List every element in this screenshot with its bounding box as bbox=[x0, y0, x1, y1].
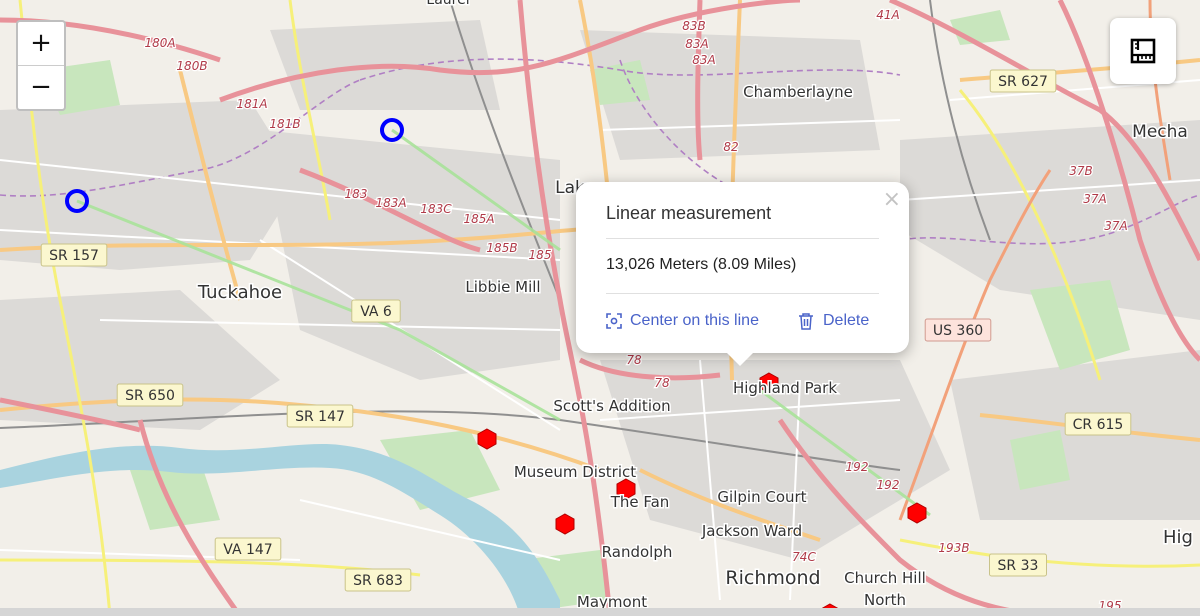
place-label: North bbox=[864, 591, 906, 609]
exit-label: 183C bbox=[420, 202, 452, 216]
exit-label: 192 bbox=[877, 478, 900, 492]
place-label: Laurel bbox=[426, 0, 469, 8]
route-shield: CR 615 bbox=[1064, 412, 1132, 436]
place-label: Church Hill bbox=[844, 569, 926, 587]
route-shield-label: VA 6 bbox=[360, 304, 392, 320]
route-shield: SR 683 bbox=[344, 568, 412, 592]
route-shield-label: VA 147 bbox=[223, 542, 272, 558]
exit-label: 181B bbox=[269, 117, 300, 131]
exit-label: 193B bbox=[938, 541, 969, 555]
exit-label: 82 bbox=[723, 140, 738, 154]
route-shield-label: SR 147 bbox=[295, 409, 345, 425]
center-target-icon bbox=[606, 313, 622, 329]
place-label: Randolph bbox=[602, 543, 673, 561]
measurement-popup: × Linear measurement 13,026 Meters (8.09… bbox=[576, 182, 909, 366]
delete-label: Delete bbox=[823, 312, 870, 329]
divider bbox=[606, 293, 879, 294]
exit-label: 180A bbox=[144, 36, 175, 50]
exit-label: 41A bbox=[876, 8, 899, 22]
exit-label: 185B bbox=[486, 241, 517, 255]
hexagon-marker[interactable] bbox=[555, 513, 575, 535]
bottom-scrollbar[interactable] bbox=[0, 608, 1200, 616]
ruler-icon bbox=[1130, 38, 1156, 64]
exit-label: 181A bbox=[236, 97, 267, 111]
popup-title: Linear measurement bbox=[606, 203, 772, 223]
exit-label: 185 bbox=[529, 248, 552, 262]
divider bbox=[606, 238, 879, 239]
exit-label: 83A bbox=[685, 37, 708, 51]
exit-label: 180B bbox=[176, 59, 207, 73]
route-shield-label: SR 683 bbox=[353, 573, 403, 589]
place-label: Libbie Mill bbox=[465, 278, 540, 296]
route-shield-label: SR 650 bbox=[125, 388, 175, 404]
measurement-value: 13,026 Meters (8.09 Miles) bbox=[606, 256, 797, 273]
place-label: Highland Park bbox=[733, 379, 837, 397]
exit-label: 78 bbox=[654, 376, 670, 390]
close-icon[interactable]: × bbox=[883, 187, 901, 212]
route-shield: US 360 bbox=[924, 318, 992, 342]
measure-tool-button[interactable] bbox=[1110, 18, 1176, 84]
place-label: The Fan bbox=[610, 493, 670, 511]
place-label: Museum District bbox=[514, 463, 636, 481]
exit-label: 192 bbox=[846, 460, 869, 474]
place-label: Chamberlayne bbox=[743, 83, 853, 101]
exit-label: 74C bbox=[792, 550, 816, 564]
route-shield: SR 33 bbox=[989, 553, 1047, 577]
exit-label: 83B bbox=[682, 19, 706, 33]
trash-icon bbox=[799, 313, 813, 330]
route-shield: SR 147 bbox=[286, 404, 354, 428]
route-shield: VA 147 bbox=[214, 537, 282, 561]
exit-label: 37A bbox=[1104, 219, 1127, 233]
exit-label: 185A bbox=[463, 212, 494, 226]
route-shield: SR 627 bbox=[989, 69, 1057, 93]
place-label: Richmond bbox=[725, 567, 820, 589]
zoom-in-button[interactable]: + bbox=[18, 22, 64, 65]
route-shield-label: SR 157 bbox=[49, 248, 99, 264]
hexagon-marker[interactable] bbox=[477, 428, 497, 450]
route-shield: SR 157 bbox=[40, 243, 108, 267]
route-shield-label: SR 627 bbox=[998, 74, 1048, 90]
zoom-out-button[interactable]: − bbox=[18, 65, 64, 109]
exit-label: 37B bbox=[1069, 164, 1093, 178]
exit-label: 183 bbox=[345, 187, 368, 201]
route-shield-label: SR 33 bbox=[998, 558, 1039, 574]
route-shield: VA 6 bbox=[351, 299, 401, 323]
place-label: Mecha bbox=[1132, 122, 1188, 142]
place-label: Gilpin Court bbox=[717, 488, 806, 506]
place-label: Jackson Ward bbox=[701, 522, 802, 540]
center-on-line-button[interactable]: Center on this line bbox=[606, 312, 759, 330]
exit-label: 37A bbox=[1083, 192, 1106, 206]
route-shield-label: CR 615 bbox=[1073, 417, 1124, 433]
delete-button[interactable]: Delete bbox=[797, 312, 869, 330]
place-label: Hig bbox=[1163, 527, 1193, 548]
place-label: Tuckahoe bbox=[197, 282, 282, 303]
center-on-line-label: Center on this line bbox=[630, 312, 759, 329]
zoom-control: + − bbox=[16, 20, 66, 111]
hexagon-marker[interactable] bbox=[907, 502, 927, 524]
exit-label: 183A bbox=[375, 196, 406, 210]
exit-label: 78 bbox=[626, 353, 642, 367]
place-label: Scott's Addition bbox=[553, 397, 670, 415]
route-shield-label: US 360 bbox=[933, 323, 983, 339]
exit-label: 83A bbox=[692, 53, 715, 67]
route-shield: SR 650 bbox=[116, 383, 184, 407]
